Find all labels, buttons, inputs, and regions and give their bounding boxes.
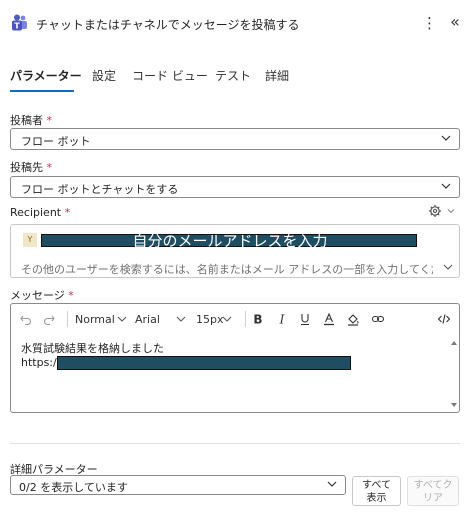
required-marker: * — [46, 114, 53, 127]
scroll-down-icon[interactable] — [451, 402, 457, 408]
required-marker: * — [64, 206, 71, 219]
highlight-icon[interactable] — [346, 312, 360, 326]
poster-label-text: 投稿者 — [10, 114, 43, 127]
message-label: メッセージ * — [10, 287, 74, 303]
scroll-up-icon[interactable] — [451, 340, 457, 346]
font-color-icon[interactable] — [322, 312, 336, 326]
more-vertical-icon[interactable]: ⋮ — [422, 13, 437, 33]
redacted-recipient: 自分のメールアドレスを入力 — [41, 232, 417, 250]
poster-select[interactable]: フロー ボット — [10, 128, 460, 150]
show-all-button[interactable]: すべて 表示 — [352, 476, 401, 506]
recipient-picker[interactable]: Y 自分のメールアドレスを入力 その他のユーザーを検索するには、名前またはメール… — [10, 224, 460, 278]
section-divider — [10, 443, 460, 444]
tab-bar: パラメーター 設定 コード ビュー テスト 詳細 — [0, 62, 470, 92]
post-in-label: 投稿先 * — [10, 159, 52, 175]
chevron-down-icon[interactable] — [115, 312, 129, 326]
chevron-down-icon[interactable] — [220, 312, 234, 326]
chevron-down-icon[interactable] — [443, 261, 453, 273]
teams-icon: T — [12, 14, 27, 31]
svg-text:I: I — [279, 313, 285, 327]
svg-text:T: T — [14, 22, 20, 31]
code-view-icon[interactable] — [437, 312, 451, 326]
bold-icon[interactable]: B — [251, 312, 265, 327]
format-select[interactable]: Normal — [75, 313, 115, 326]
recipient-label: Recipient * — [10, 206, 70, 219]
message-label-text: メッセージ — [10, 289, 65, 302]
chevron-down-icon — [327, 481, 337, 487]
chevron-down-icon — [441, 135, 451, 141]
recipient-search-placeholder[interactable]: その他のユーザーを検索するには、名前またはメール アドレスの一部を入力してくださ… — [21, 261, 433, 277]
font-select[interactable]: Arial — [135, 313, 160, 326]
message-text-line: 水質試験結果を格納しました — [21, 342, 164, 355]
post-in-value: フロー ボットとチャットをする — [21, 183, 179, 196]
editor-toolbar: Normal Arial 15px B I — [11, 304, 459, 334]
redacted-url — [57, 356, 351, 370]
poster-label: 投稿者 * — [10, 112, 52, 128]
double-chevron-left-icon[interactable]: « — [446, 12, 464, 32]
redaction-overlay-text: 自分のメールアドレスを入力 — [132, 232, 328, 250]
undo-icon[interactable] — [19, 312, 33, 326]
chevron-down-icon[interactable] — [174, 312, 188, 326]
avatar: Y — [23, 233, 37, 247]
tab-parameters[interactable]: パラメーター — [10, 67, 82, 84]
advanced-params-value: 0/2 を表示しています — [19, 481, 128, 494]
tab-details[interactable]: 詳細 — [265, 67, 289, 84]
redo-icon[interactable] — [42, 312, 56, 326]
recipient-label-text: Recipient — [10, 206, 62, 219]
action-header: T チャットまたはチャネルでメッセージを投稿する ⋮ « — [0, 0, 470, 48]
toolbar-divider — [67, 311, 68, 327]
required-marker: * — [68, 289, 74, 302]
italic-icon[interactable]: I — [275, 312, 289, 327]
tab-test[interactable]: テスト — [215, 67, 251, 84]
message-editor[interactable]: Normal Arial 15px B I 水質試験結果を格納しました http… — [10, 303, 460, 413]
active-tab-indicator — [10, 90, 74, 92]
action-title: チャットまたはチャネルでメッセージを投稿する — [36, 18, 300, 32]
chevron-down-icon — [441, 183, 451, 189]
chevron-down-icon[interactable] — [446, 206, 456, 216]
post-in-label-text: 投稿先 — [10, 161, 43, 174]
clear-all-button[interactable]: すべてク リア — [407, 476, 459, 506]
underline-icon[interactable] — [298, 312, 312, 326]
tab-settings[interactable]: 設定 — [92, 67, 116, 84]
message-url-prefix: https:// — [21, 356, 61, 369]
post-in-select[interactable]: フロー ボットとチャットをする — [10, 176, 460, 198]
advanced-params-select[interactable]: 0/2 を表示しています — [10, 475, 346, 495]
gear-icon[interactable] — [428, 204, 442, 218]
tab-code-view[interactable]: コード ビュー — [132, 67, 208, 84]
required-marker: * — [46, 161, 53, 174]
poster-value: フロー ボット — [21, 135, 91, 148]
toolbar-divider — [245, 311, 246, 327]
svg-text:B: B — [253, 313, 262, 327]
link-icon[interactable] — [371, 312, 385, 326]
